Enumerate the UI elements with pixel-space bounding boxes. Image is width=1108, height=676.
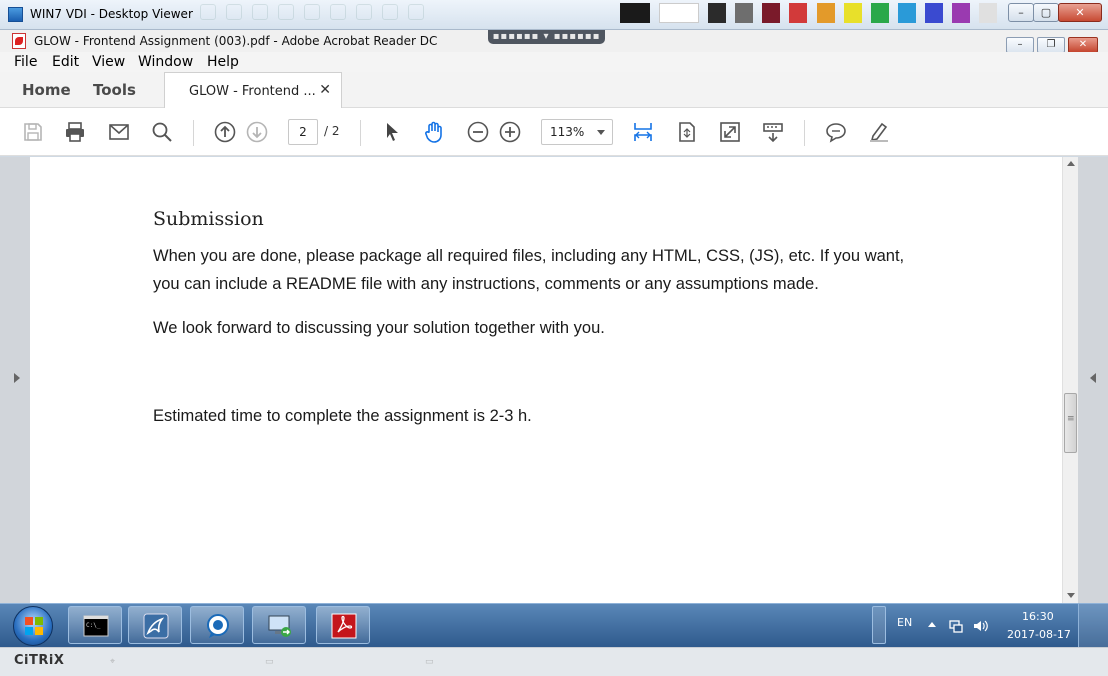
doc-paragraph-line: you can include a README file with any i… [153,275,819,293]
select-cursor-icon[interactable] [380,120,404,144]
desktop-viewer-icon [8,7,23,22]
zoom-out-icon[interactable] [466,120,490,144]
command-prompt-icon: C:\_ [83,615,109,637]
desktop-viewer-titlebar: WIN7 VDI - Desktop Viewer – ▢ ✕ [0,0,1108,30]
nav-home[interactable]: Home [22,81,71,99]
menu-bar: File Edit View Window Help [0,52,1108,72]
viewer-maximize-button[interactable]: ▢ [1033,3,1059,22]
acrobat-restore-button[interactable]: ❐ [1037,37,1065,53]
document-tab-close-icon[interactable]: ✕ [319,82,331,98]
windows-logo-icon [25,617,43,635]
zoom-level-dropdown[interactable]: 113% [541,119,613,145]
acrobat-close-button[interactable]: ✕ [1068,37,1098,53]
show-hidden-icons-icon[interactable] [928,622,936,627]
print-icon[interactable] [63,120,87,144]
taskbar-mysql-workbench[interactable] [128,606,182,644]
left-panel-toggle-icon[interactable] [14,373,20,383]
citrix-status-bar: CiTRiX ⌖ ▭ ▭ [0,647,1108,676]
zoom-in-icon[interactable] [498,120,522,144]
doc-paragraph-line: When you are done, please package all re… [153,247,905,265]
save-icon[interactable] [21,120,45,144]
faint-status-icon: ⌖ [110,657,116,667]
scrollbar-thumb[interactable] [1064,393,1077,453]
taskbar-acrobat[interactable] [316,606,370,644]
taskbar-cmd[interactable]: C:\_ [68,606,122,644]
desktop-viewer-title: WIN7 VDI - Desktop Viewer [30,7,193,21]
highlight-pen-icon[interactable] [867,120,891,144]
clock-time[interactable]: 16:30 [1022,610,1054,623]
citrix-logo: CiTRiX [14,653,65,668]
scroll-mode-icon[interactable] [761,120,785,144]
acrobat-icon [331,613,357,639]
scroll-up-icon[interactable] [1067,161,1075,166]
background-desktop-icons [200,4,520,26]
background-swatches [620,3,1001,27]
chevron-down-icon [597,130,605,135]
doc-heading: Submission [153,208,264,230]
previous-page-icon[interactable] [213,120,237,144]
remote-desktop-icon [268,615,291,637]
faint-status-icon: ▭ [265,657,274,667]
language-indicator[interactable]: EN [897,616,912,629]
zoom-level-value: 113% [550,125,585,139]
taskbar-chat-app[interactable] [190,606,244,644]
document-view: Submission When you are done, please pac… [0,157,1108,603]
menu-file[interactable]: File [14,54,37,70]
doc-paragraph: We look forward to discussing your solut… [153,319,605,337]
menu-help[interactable]: Help [207,54,239,70]
scroll-down-icon[interactable] [1067,593,1075,598]
full-screen-icon[interactable] [718,120,742,144]
taskbar-remote-desktop[interactable] [252,606,306,644]
main-toolbar: 2 / 2 113% [0,108,1108,156]
faint-status-icon: ▭ [425,657,434,667]
menu-window[interactable]: Window [138,54,193,70]
page-total: / 2 [324,124,340,138]
chat-bubble-icon [207,614,229,638]
toolbar-separator [804,120,805,146]
acrobat-minimize-button[interactable]: – [1006,37,1034,53]
viewer-window-controls: – ▢ ✕ [1008,1,1102,22]
comment-icon[interactable] [824,120,848,144]
volume-icon[interactable] [972,618,988,634]
vertical-scrollbar[interactable] [1062,157,1078,603]
svg-text:C:\_: C:\_ [86,622,101,629]
clock-date[interactable]: 2017-08-17 [1007,628,1071,641]
toolbar-separator [193,120,194,146]
acrobat-window-title: GLOW - Frontend Assignment (003).pdf - A… [34,34,438,48]
pdf-page: Submission When you are done, please pac… [30,157,1062,603]
acrobat-window-controls: – ❐ ✕ [1003,32,1098,53]
viewer-close-button[interactable]: ✕ [1058,3,1102,22]
menu-view[interactable]: View [92,54,125,70]
document-tab[interactable]: GLOW - Frontend ... ✕ [164,72,342,109]
citrix-toolbar-handle[interactable]: ▪▪▪▪▪▪ ▾ ▪▪▪▪▪▪ [488,30,605,44]
toolbar-separator [360,120,361,146]
email-icon[interactable] [107,120,131,144]
rotate-page-icon[interactable] [675,120,699,144]
hand-tool-icon[interactable] [422,120,446,144]
dolphin-icon [143,613,169,639]
fit-page-icon[interactable] [631,120,655,144]
acrobat-app-icon [12,33,26,49]
menu-edit[interactable]: Edit [52,54,79,70]
tab-bar: Home Tools GLOW - Frontend ... ✕ [0,72,1108,109]
next-page-icon[interactable] [245,120,269,144]
windows-taskbar: C:\_ EN 16:30 2017-08-17 [0,603,1108,648]
document-tab-label: GLOW - Frontend ... [189,84,316,99]
network-icon[interactable] [948,618,964,634]
nav-tools[interactable]: Tools [93,81,136,99]
page-number-input[interactable]: 2 [288,119,318,145]
start-button[interactable] [13,606,53,646]
viewer-minimize-button[interactable]: – [1008,3,1034,22]
search-icon[interactable] [150,120,174,144]
show-desktop-button[interactable] [1078,604,1108,648]
right-panel-toggle-icon[interactable] [1090,373,1096,383]
taskbar-scroll[interactable] [872,606,886,644]
doc-paragraph: Estimated time to complete the assignmen… [153,407,532,425]
